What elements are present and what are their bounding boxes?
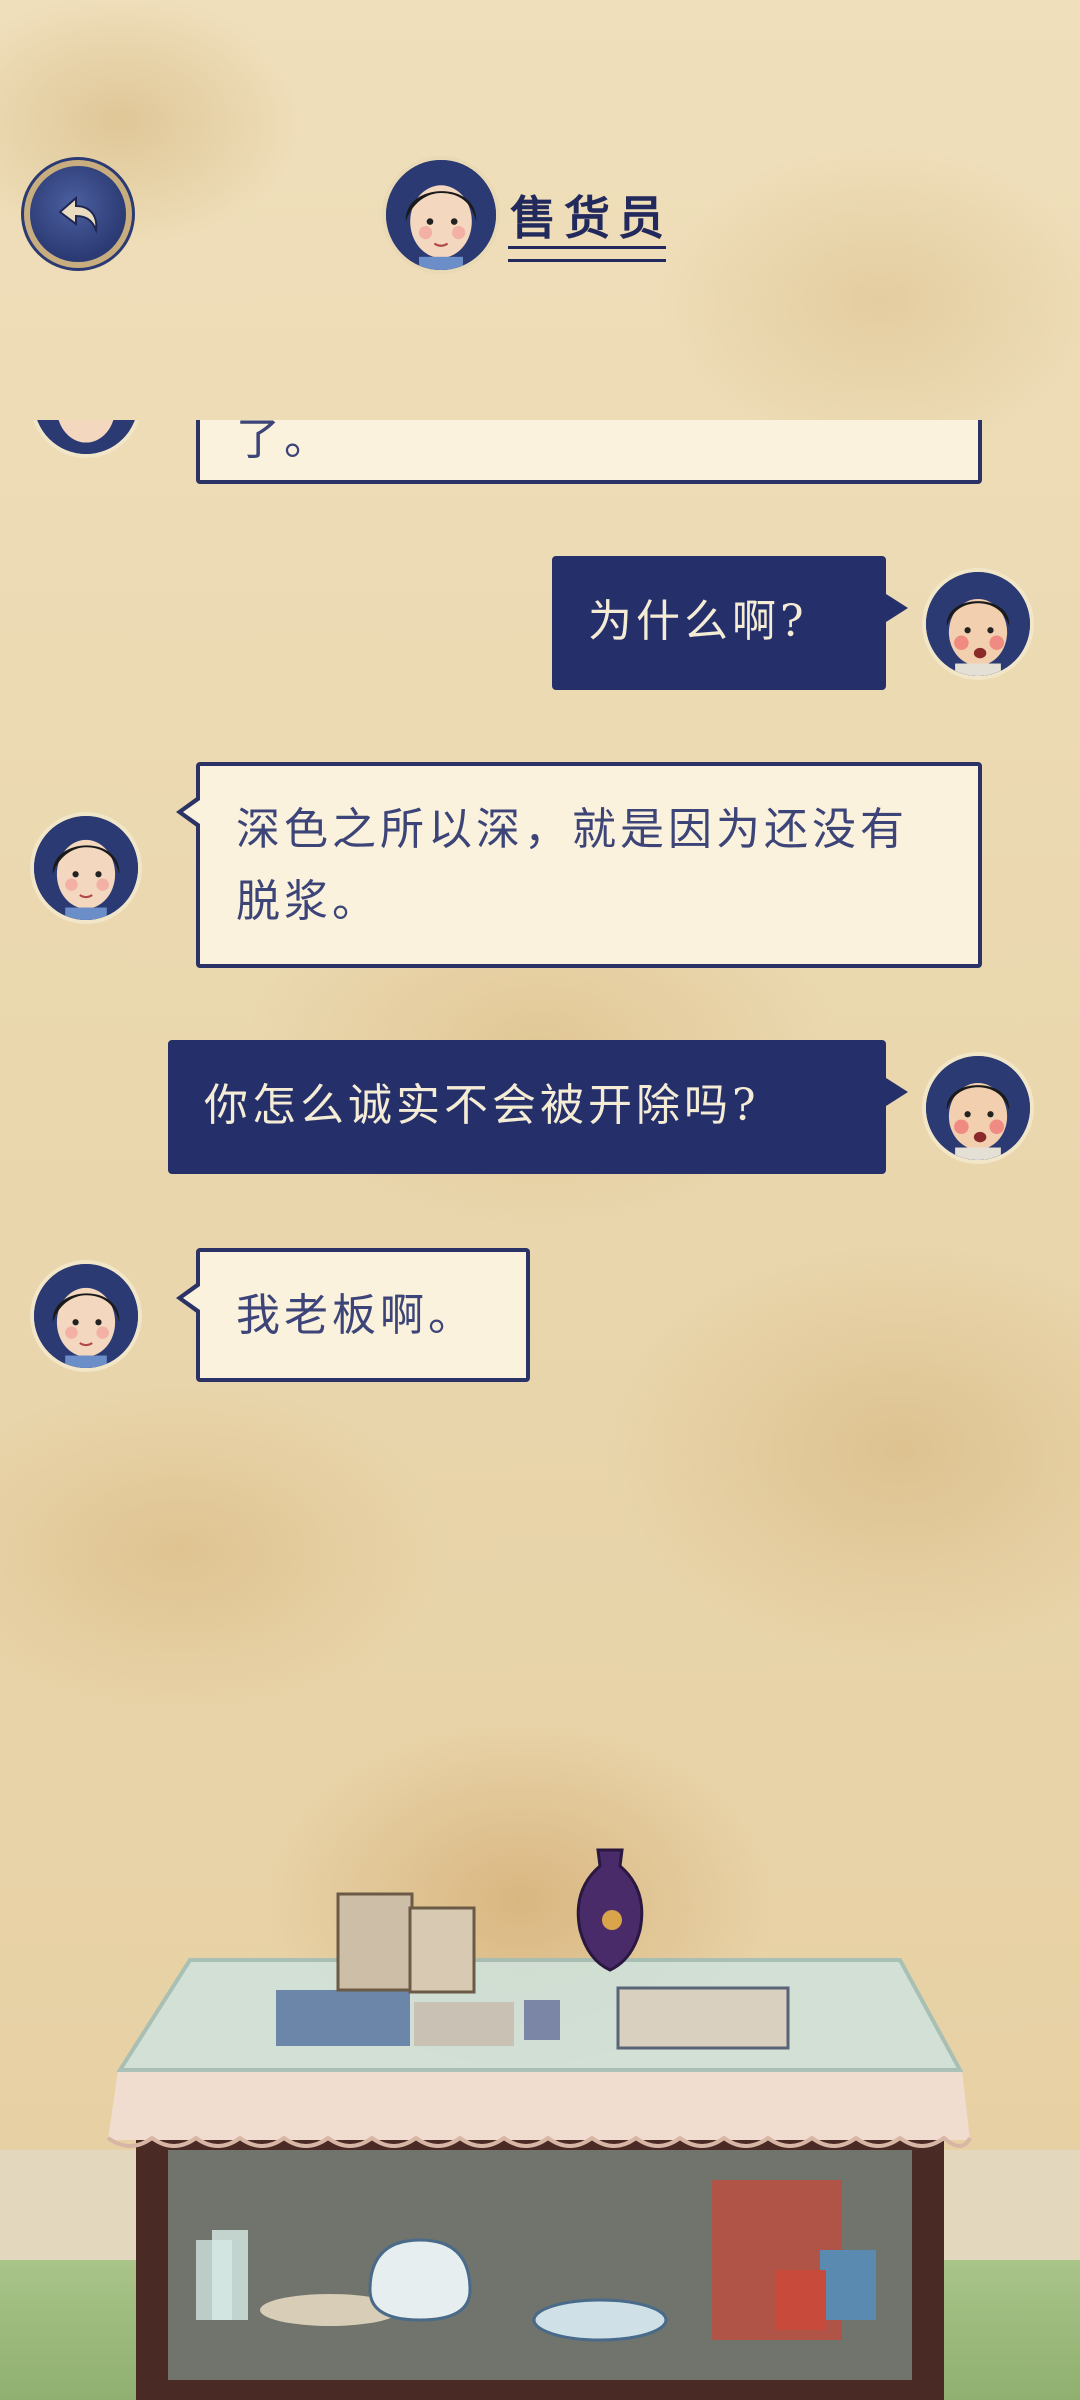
npc-message-text: 我老板啊。 xyxy=(236,1290,476,1341)
player-avatar xyxy=(926,572,1030,676)
back-button[interactable] xyxy=(30,166,126,262)
npc-message-text: 深色之所以深，就是因为还没有脱浆。 xyxy=(236,804,908,927)
title-underline xyxy=(508,246,666,262)
lace-tablecloth xyxy=(108,2070,970,2140)
photo xyxy=(276,1990,410,2046)
photo xyxy=(524,2000,560,2040)
tin-can xyxy=(776,2270,826,2330)
chat-header: 售货员 xyxy=(0,0,1080,420)
player-message: 为什么啊? xyxy=(552,556,908,690)
vase-flower-pattern xyxy=(602,1910,622,1930)
photo xyxy=(414,2002,514,2046)
npc-message: 了。 xyxy=(196,420,982,484)
player-message: 你怎么诚实不会被开除吗? xyxy=(168,1040,908,1174)
bowl xyxy=(532,2298,668,2342)
photo-album-box xyxy=(336,1892,414,1992)
glass-cup xyxy=(212,2230,248,2320)
back-arrow-icon xyxy=(58,195,98,234)
salesclerk-avatar xyxy=(386,160,496,270)
npc-message: 我老板啊。 xyxy=(176,1248,530,1382)
npc-message-text: 了。 xyxy=(236,420,332,465)
display-cabinet-scene xyxy=(106,1848,972,2400)
player-avatar xyxy=(926,1056,1030,1160)
photo xyxy=(616,1986,790,2050)
photo-album-box xyxy=(408,1906,476,1994)
npc-avatar xyxy=(34,420,138,454)
npc-message: 深色之所以深，就是因为还没有脱浆。 xyxy=(176,762,982,968)
teapot xyxy=(368,2238,472,2322)
header-title: 售货员 xyxy=(510,191,672,245)
tin-can xyxy=(820,2250,876,2320)
npc-avatar xyxy=(34,1264,138,1368)
chat-area[interactable]: 了。 为什么啊? 深色之所以深，就是因为还没有脱浆。 你怎么诚实不会被开除吗? … xyxy=(0,420,1080,1820)
player-message-text: 你怎么诚实不会被开除吗? xyxy=(204,1080,760,1131)
player-message-text: 为什么啊? xyxy=(588,596,808,647)
npc-avatar xyxy=(34,816,138,920)
vase xyxy=(576,1848,644,1972)
